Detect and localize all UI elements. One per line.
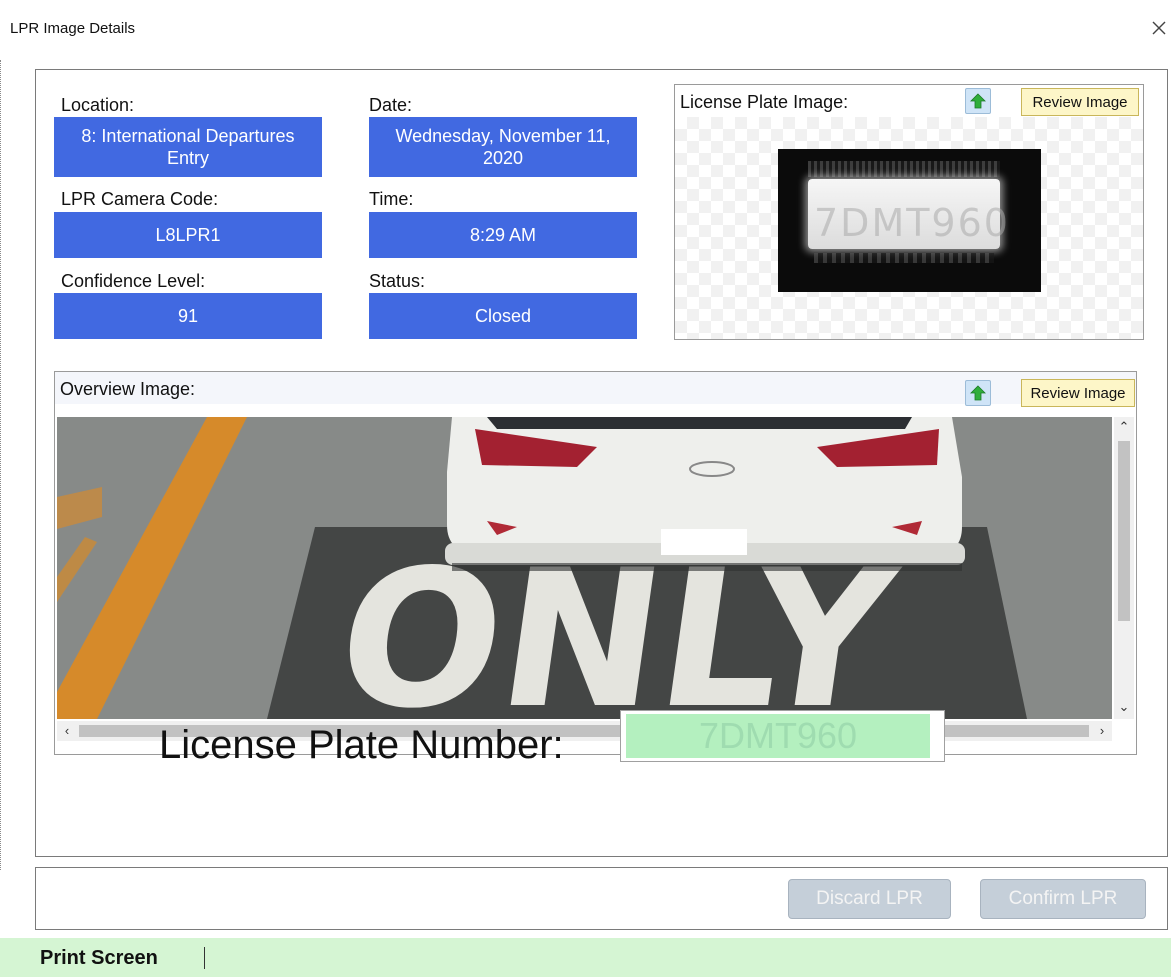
close-icon [1152, 21, 1166, 35]
status-value: Closed [369, 293, 637, 339]
green-up-arrow-icon [970, 93, 986, 109]
location-label: Location: [61, 95, 135, 115]
window-title: LPR Image Details [10, 20, 136, 37]
details-panel: Location: 8: International Departures En… [35, 69, 1168, 857]
camera-code-label: LPR Camera Code: [61, 189, 219, 209]
camera-code-value: L8LPR1 [54, 212, 322, 258]
parking-scene-graphic: ONLY [57, 417, 1112, 719]
title-bar: LPR Image Details [0, 0, 1171, 60]
license-plate-upload-button[interactable] [965, 88, 991, 114]
plate-surface: 7DMT960 [808, 179, 1010, 249]
window-left-edge [0, 60, 2, 870]
license-plate-image-header: License Plate Image: Review Image [675, 85, 1143, 117]
discard-lpr-button[interactable]: Discard LPR [788, 879, 951, 919]
time-value: 8:29 AM [369, 212, 637, 258]
license-plate-number-label: License Plate Number: [159, 723, 564, 767]
overview-image-label: Overview Image: [60, 379, 196, 399]
plate-bottom-frame [814, 253, 994, 263]
license-plate-image-label: License Plate Image: [680, 92, 849, 112]
time-label: Time: [369, 189, 414, 209]
date-value: Wednesday, November 11, 2020 [369, 117, 637, 177]
overview-upload-button[interactable] [965, 380, 991, 406]
scroll-right-arrow[interactable]: › [1094, 723, 1110, 739]
status-bar: Print Screen [0, 938, 1171, 977]
license-plate-crop-image: 7DMT960 [778, 149, 1041, 292]
close-button[interactable] [1147, 12, 1169, 44]
license-plate-number-input[interactable] [626, 714, 930, 758]
confirm-lpr-button[interactable]: Confirm LPR [980, 879, 1146, 919]
confidence-value: 91 [54, 293, 322, 339]
overview-review-button[interactable]: Review Image [1021, 379, 1135, 407]
date-label: Date: [369, 95, 413, 115]
confidence-label: Confidence Level: [61, 271, 206, 291]
action-panel: Discard LPR Confirm LPR [35, 867, 1168, 930]
plate-characters: 7DMT960 [814, 201, 1010, 245]
location-value: 8: International Departures Entry [54, 117, 322, 177]
license-plate-image-panel: License Plate Image: Review Image 7DMT96… [674, 84, 1144, 340]
overview-image-panel: Overview Image: Review Image ONLY ⌃ ⌄ ‹ … [54, 371, 1137, 755]
green-up-arrow-icon [970, 385, 986, 401]
status-label: Status: [369, 271, 426, 291]
scroll-left-arrow[interactable]: ‹ [59, 723, 75, 739]
vertical-scroll-thumb[interactable] [1118, 441, 1130, 621]
status-separator [204, 947, 205, 969]
overview-photo: ONLY [57, 417, 1112, 719]
overview-image-header: Overview Image: Review Image [55, 372, 1136, 407]
license-plate-number-field[interactable] [620, 710, 945, 762]
print-screen-button[interactable]: Print Screen [40, 947, 158, 970]
overview-vertical-scrollbar[interactable]: ⌃ ⌄ [1114, 417, 1134, 719]
plate-top-frame [808, 161, 1000, 177]
license-plate-review-button[interactable]: Review Image [1021, 88, 1139, 116]
scroll-down-arrow[interactable]: ⌄ [1116, 699, 1132, 715]
scroll-up-arrow[interactable]: ⌃ [1116, 419, 1132, 435]
